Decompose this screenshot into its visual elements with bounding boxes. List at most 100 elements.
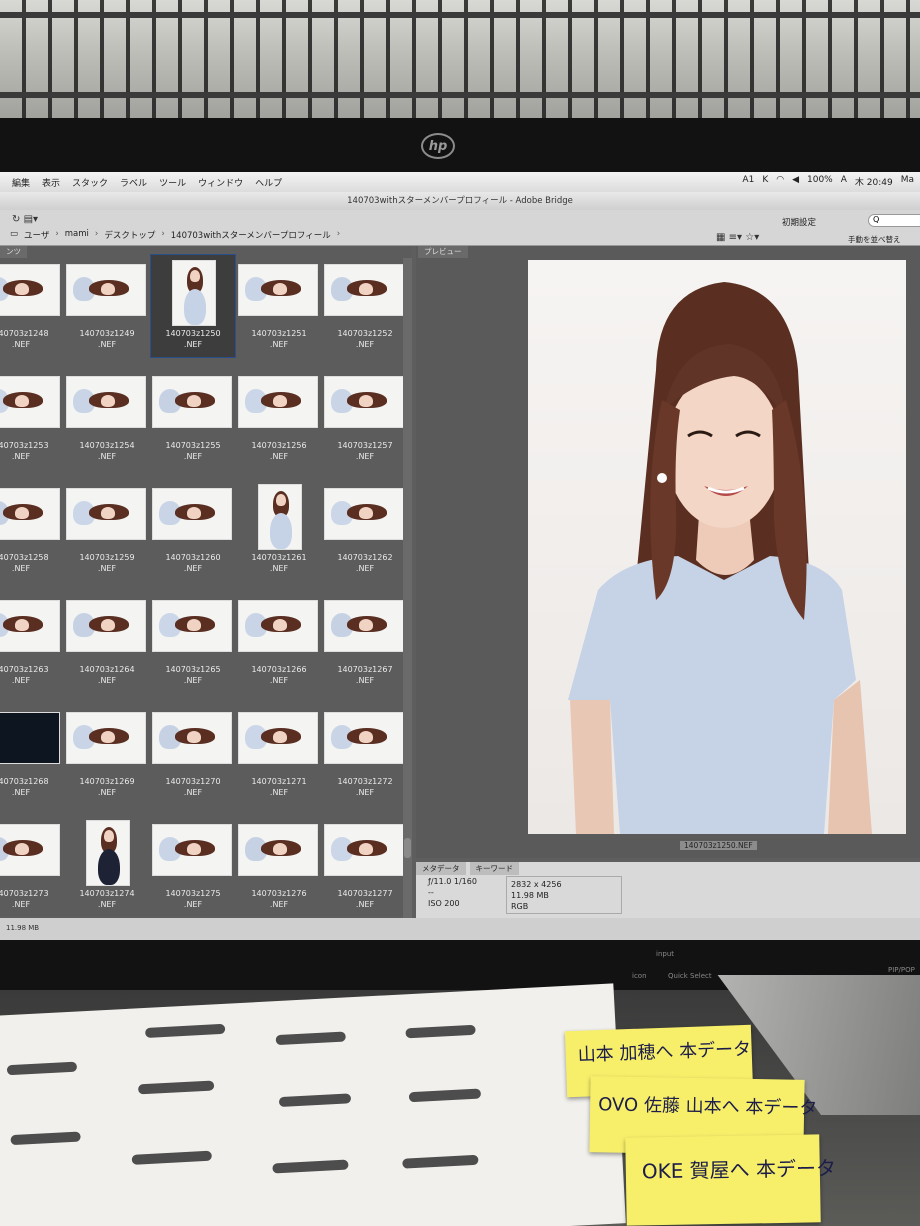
thumbnail-image[interactable]: [86, 820, 130, 886]
thumbnail-item[interactable]: 140703z1262 .NEF: [322, 482, 408, 590]
thumbnail-item[interactable]: 140703z1264 .NEF: [64, 594, 150, 702]
breadcrumb-folder[interactable]: 140703withスターメンバープロフィール: [171, 229, 331, 241]
tab-metadata[interactable]: メタデータ: [416, 862, 466, 875]
menu-edit[interactable]: 編集: [12, 176, 30, 189]
k-status[interactable]: K: [762, 175, 768, 188]
menu-tools[interactable]: ツール: [159, 176, 186, 189]
thumbnail-item[interactable]: 140703z1277 .NEF: [322, 818, 408, 926]
scrollbar-thumb[interactable]: [404, 838, 411, 858]
thumbnail-filename: 140703z1251: [251, 329, 307, 338]
thumbnail-item[interactable]: 140703z1257 .NEF: [322, 370, 408, 478]
thumbnail-item[interactable]: 140703z1261 .NEF: [236, 482, 322, 590]
thumbnail-extension: .NEF: [183, 564, 203, 573]
sort-dropdown[interactable]: 手動を並べ替え: [848, 234, 901, 245]
thumbnail-item[interactable]: 140703z1270 .NEF: [150, 706, 236, 814]
refresh-icon[interactable]: ↻: [12, 214, 20, 225]
thumbnail-item[interactable]: 140703z1255 .NEF: [150, 370, 236, 478]
thumbnail-image[interactable]: [258, 484, 302, 550]
content-scrollbar[interactable]: [403, 258, 412, 918]
thumbnail-image[interactable]: [152, 376, 232, 428]
thumbnail-image[interactable]: [0, 600, 60, 652]
thumbnail-item[interactable]: 140703z1273 .NEF: [0, 818, 64, 926]
thumbnail-image[interactable]: [324, 712, 404, 764]
menu-stack[interactable]: スタック: [72, 176, 108, 189]
thumbnail-image[interactable]: [152, 488, 232, 540]
thumbnail-image[interactable]: [238, 376, 318, 428]
thumbnail-item[interactable]: 140703z1258 .NEF: [0, 482, 64, 590]
quick-select-button[interactable]: Quick Select: [668, 972, 712, 980]
workspace-dropdown[interactable]: 初期設定: [782, 216, 816, 228]
thumbnail-image[interactable]: [0, 824, 60, 876]
thumbnail-image[interactable]: [238, 712, 318, 764]
thumbnail-image[interactable]: [0, 264, 60, 316]
breadcrumb-users[interactable]: ユーザ: [24, 229, 49, 241]
thumbnail-item[interactable]: 140703z1269 .NEF: [64, 706, 150, 814]
thumbnail-item[interactable]: 140703z1274 .NEF: [64, 818, 150, 926]
star-filter-icon[interactable]: ☆▾: [745, 232, 759, 243]
volume-icon[interactable]: ◀: [792, 175, 799, 188]
search-input[interactable]: Q: [868, 214, 920, 227]
thumbnail-image[interactable]: [152, 824, 232, 876]
thumbnail-image[interactable]: [324, 824, 404, 876]
thumbnail-item[interactable]: 140703z1251 .NEF: [236, 258, 322, 366]
thumbnail-item[interactable]: 140703z1259 .NEF: [64, 482, 150, 590]
file-info: 2832 x 4256 11.98 MB RGB: [506, 876, 622, 914]
thumbnail-image[interactable]: [152, 712, 232, 764]
thumbnail-image[interactable]: [324, 600, 404, 652]
thumbnail-image[interactable]: [66, 712, 146, 764]
thumbnail-image[interactable]: [0, 712, 60, 764]
thumbnail-image[interactable]: [238, 824, 318, 876]
thumbnail-item[interactable]: 140703z1275 .NEF: [150, 818, 236, 926]
thumbnail-item[interactable]: 140703z1249 .NEF: [64, 258, 150, 366]
thumbnail-image[interactable]: [66, 376, 146, 428]
thumbnail-image[interactable]: [238, 600, 318, 652]
thumbnail-image[interactable]: [66, 488, 146, 540]
thumbnail-image[interactable]: [66, 264, 146, 316]
tab-preview[interactable]: プレビュー: [418, 246, 468, 258]
input-source[interactable]: A: [841, 175, 847, 188]
menu-help[interactable]: ヘルプ: [255, 176, 282, 189]
thumbnail-item[interactable]: 140703z1250 .NEF: [150, 254, 236, 366]
list-view-icon[interactable]: ≡▾: [729, 232, 742, 243]
thumbnail-image[interactable]: [324, 264, 404, 316]
menu-window[interactable]: ウィンドウ: [198, 176, 243, 189]
thumbnail-item[interactable]: 140703z1265 .NEF: [150, 594, 236, 702]
user-name[interactable]: Ma: [901, 175, 914, 188]
thumbnail-image[interactable]: [238, 264, 318, 316]
thumbnail-item[interactable]: 140703z1260 .NEF: [150, 482, 236, 590]
new-file-icon[interactable]: ▤▾: [24, 214, 38, 225]
thumbnail-extension: .NEF: [97, 340, 117, 349]
breadcrumb-mami[interactable]: mami: [65, 229, 89, 241]
thumbnail-image[interactable]: [0, 376, 60, 428]
breadcrumb-desktop[interactable]: デスクトップ: [104, 229, 155, 241]
clock[interactable]: 木 20:49: [855, 175, 893, 188]
battery-status[interactable]: 100%: [807, 175, 833, 188]
figure-silhouette: [144, 1023, 226, 1038]
grid-view-icon[interactable]: ▦: [716, 232, 725, 243]
thumbnail-image[interactable]: [152, 600, 232, 652]
thumbnail-item[interactable]: 140703z1268 .NEF: [0, 706, 64, 814]
thumbnail-item[interactable]: 140703z1263 .NEF: [0, 594, 64, 702]
thumbnail-item[interactable]: 140703z1267 .NEF: [322, 594, 408, 702]
thumbnail-image[interactable]: [324, 376, 404, 428]
wifi-icon[interactable]: ◠: [776, 175, 784, 188]
thumbnail-item[interactable]: 140703z1276 .NEF: [236, 818, 322, 926]
thumbnail-item[interactable]: 140703z1253 .NEF: [0, 370, 64, 478]
menu-label[interactable]: ラベル: [120, 176, 147, 189]
thumbnail-image[interactable]: [324, 488, 404, 540]
thumbnail-item[interactable]: 140703z1252 .NEF: [322, 258, 408, 366]
thumbnail-image[interactable]: [172, 260, 216, 326]
thumbnail-item[interactable]: 140703z1266 .NEF: [236, 594, 322, 702]
thumbnail-item[interactable]: 140703z1272 .NEF: [322, 706, 408, 814]
thumbnail-item[interactable]: 140703z1256 .NEF: [236, 370, 322, 478]
menu-view[interactable]: 表示: [42, 176, 60, 189]
thumbnail-item[interactable]: 140703z1248 .NEF: [0, 258, 64, 366]
thumbnail-image[interactable]: [0, 488, 60, 540]
thumbnail-item[interactable]: 140703z1271 .NEF: [236, 706, 322, 814]
thumbnail-image[interactable]: [66, 600, 146, 652]
pip-button[interactable]: PIP/POP: [888, 966, 915, 974]
dropbox-status[interactable]: A1: [742, 175, 754, 188]
tab-keywords[interactable]: キーワード: [469, 862, 519, 875]
thumbnail-item[interactable]: 140703z1254 .NEF: [64, 370, 150, 478]
tab-content[interactable]: ンツ: [0, 246, 27, 258]
